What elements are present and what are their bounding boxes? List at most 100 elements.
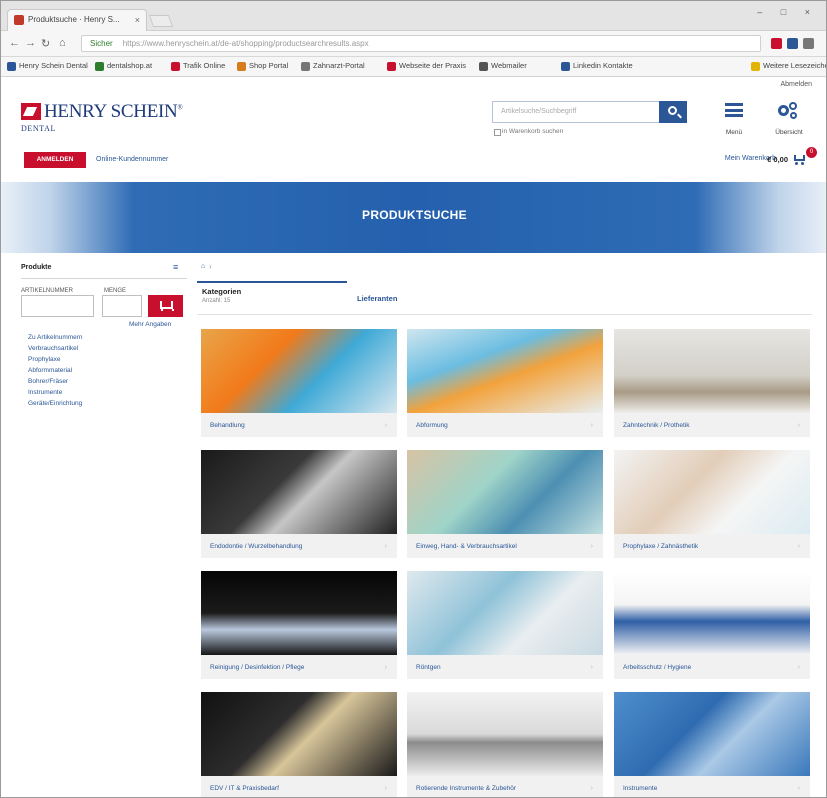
customer-number-link[interactable]: Online-Kundennummer: [96, 156, 168, 163]
logout-link[interactable]: Abmelden: [780, 81, 812, 88]
bookmark-item[interactable]: Webmailer: [479, 61, 527, 71]
cart-count-badge: 0: [806, 147, 817, 158]
bookmark-item[interactable]: Zahnarzt-Portal: [301, 61, 365, 71]
category-image[interactable]: [614, 571, 810, 655]
forward-icon[interactable]: →: [25, 37, 36, 49]
category-image[interactable]: [201, 450, 397, 534]
breadcrumb-home-icon[interactable]: ⌂: [201, 263, 205, 270]
chevron-right-icon: ›: [384, 422, 387, 429]
bookmark-item[interactable]: Weitere Lesezeichen: [751, 61, 826, 71]
tab-categories[interactable]: Kategorien Anzahl: 15: [197, 281, 347, 315]
category-image[interactable]: [407, 571, 603, 655]
category-image[interactable]: [201, 692, 397, 776]
category-label[interactable]: Röntgen: [407, 655, 603, 679]
category-card[interactable]: Instrumente ›: [614, 692, 810, 797]
category-image[interactable]: [614, 692, 810, 776]
category-image[interactable]: [201, 571, 397, 655]
category-label[interactable]: Reinigung / Desinfektion / Pflege: [201, 655, 397, 679]
category-label[interactable]: Prophylaxe / Zahnästhetik: [614, 534, 810, 558]
sidebar-category-item[interactable]: Bohrer/Fräser: [28, 376, 83, 387]
window-controls[interactable]: – □ ×: [757, 7, 818, 17]
tab-categories-count: Anzahl: 15: [202, 298, 231, 304]
search-in-cart-checkbox[interactable]: in Warenkorb suchen: [494, 128, 563, 136]
bookmark-icon: [95, 62, 104, 71]
article-number-input[interactable]: [21, 295, 94, 317]
category-image[interactable]: [614, 329, 810, 413]
more-details-link[interactable]: Mehr Angaben: [129, 321, 171, 328]
bookmark-icon: [387, 62, 396, 71]
url-text: https://www.henryschein.at/de-at/shoppin…: [122, 39, 369, 48]
bookmark-item[interactable]: Henry Schein Dental: [7, 61, 88, 71]
settings-gears-icon[interactable]: [778, 102, 798, 120]
quantity-input[interactable]: [102, 295, 142, 317]
chevron-right-icon: ›: [590, 422, 593, 429]
bookmark-item[interactable]: dentalshop.at: [95, 61, 152, 71]
sidebar-category-item[interactable]: Instrumente: [28, 387, 83, 398]
category-card[interactable]: Abformung ›: [407, 329, 603, 437]
page-title: PRODUKTSUCHE: [362, 208, 467, 222]
category-label[interactable]: Rotierende Instrumente & Zubehör: [407, 776, 603, 797]
overview-label[interactable]: Übersicht: [767, 129, 811, 136]
extension-icon[interactable]: [771, 38, 782, 49]
menu-label[interactable]: Menü: [723, 129, 745, 136]
bookmark-item[interactable]: Trafik Online: [171, 61, 225, 71]
category-card[interactable]: Zahntechnik / Prothetik ›: [614, 329, 810, 437]
category-card[interactable]: EDV / IT & Praxisbedarf ›: [201, 692, 397, 797]
category-card[interactable]: Rotierende Instrumente & Zubehör ›: [407, 692, 603, 797]
category-label[interactable]: Abformung: [407, 413, 603, 437]
category-card[interactable]: Behandlung ›: [201, 329, 397, 437]
login-button[interactable]: ANMELDEN: [24, 152, 86, 168]
category-label[interactable]: Zahntechnik / Prothetik: [614, 413, 810, 437]
category-label[interactable]: Endodontie / Wurzelbehandlung: [201, 534, 397, 558]
folder-icon: [751, 62, 760, 71]
bookmarks-bar: Henry Schein Dental dentalshop.at Trafik…: [1, 57, 826, 77]
add-to-cart-button[interactable]: [148, 295, 183, 317]
category-label[interactable]: Behandlung: [201, 413, 397, 437]
category-label[interactable]: EDV / IT & Praxisbedarf: [201, 776, 397, 797]
cart-amount: € 0,00: [767, 155, 788, 164]
category-label[interactable]: Arbeitsschutz / Hygiene: [614, 655, 810, 679]
chevron-right-icon: ›: [797, 664, 800, 671]
category-label[interactable]: Einweg, Hand- & Verbrauchsartikel: [407, 534, 603, 558]
bookmark-item[interactable]: Webseite der Praxis: [387, 61, 466, 71]
url-field[interactable]: Sicher https://www.henryschein.at/de-at/s…: [81, 35, 761, 52]
logo-registered: ®: [177, 103, 183, 112]
browser-menu-icon[interactable]: [803, 38, 814, 49]
category-image[interactable]: [407, 692, 603, 776]
category-card[interactable]: Prophylaxe / Zahnästhetik ›: [614, 450, 810, 558]
menu-hamburger-icon[interactable]: [725, 103, 743, 117]
cart-icon[interactable]: [794, 153, 806, 165]
search-button[interactable]: [659, 101, 687, 123]
search-input[interactable]: Artikelsuche/Suchbegriff: [492, 101, 660, 123]
sidebar-toggle-icon[interactable]: ≡: [173, 262, 178, 272]
sidebar-category-item[interactable]: Geräte/Einrichtung: [28, 398, 83, 409]
home-icon[interactable]: ⌂: [59, 37, 66, 49]
browser-tab[interactable]: Produktsuche · Henry S... ×: [7, 9, 147, 31]
category-image[interactable]: [614, 450, 810, 534]
chevron-right-icon: ›: [797, 422, 800, 429]
logo-wordmark: HENRY SCHEIN: [44, 101, 178, 122]
category-image[interactable]: [201, 329, 397, 413]
bookmark-item[interactable]: Linkedin Kontakte: [561, 61, 633, 71]
chevron-right-icon: ›: [590, 785, 593, 792]
extension-icon[interactable]: [787, 38, 798, 49]
sidebar-category-item[interactable]: Zu Artikelnummern: [28, 332, 83, 343]
close-tab-icon[interactable]: ×: [135, 10, 140, 30]
category-card[interactable]: Reinigung / Desinfektion / Pflege ›: [201, 571, 397, 679]
category-label[interactable]: Instrumente: [614, 776, 810, 797]
category-image[interactable]: [407, 450, 603, 534]
category-card[interactable]: Arbeitsschutz / Hygiene ›: [614, 571, 810, 679]
sidebar-category-item[interactable]: Verbrauchsartikel: [28, 343, 83, 354]
new-tab-button[interactable]: [148, 15, 174, 27]
sidebar-category-item[interactable]: Prophylaxe: [28, 354, 83, 365]
reload-icon[interactable]: ↻: [41, 37, 50, 50]
tab-suppliers[interactable]: Lieferanten: [357, 294, 397, 303]
bookmark-item[interactable]: Shop Portal: [237, 61, 288, 71]
category-image[interactable]: [407, 329, 603, 413]
category-card[interactable]: Endodontie / Wurzelbehandlung ›: [201, 450, 397, 558]
category-card[interactable]: Röntgen ›: [407, 571, 603, 679]
back-icon[interactable]: ←: [9, 37, 20, 49]
sidebar-category-item[interactable]: Abformmaterial: [28, 365, 83, 376]
category-card[interactable]: Einweg, Hand- & Verbrauchsartikel ›: [407, 450, 603, 558]
secure-label: Sicher: [90, 39, 113, 48]
